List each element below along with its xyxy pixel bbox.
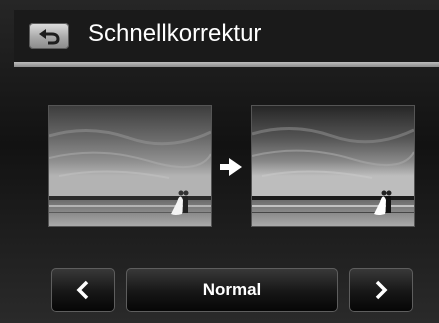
chevron-left-icon — [76, 280, 89, 300]
preview-corrected-image — [251, 105, 415, 227]
previous-option-button[interactable] — [51, 268, 115, 312]
header-divider — [14, 62, 439, 67]
camera-screen: Schnellkorrektur Normal — [0, 0, 439, 323]
correction-mode-label: Normal — [202, 280, 262, 299]
preview-original-image — [48, 105, 212, 227]
page-title: Schnellkorrektur — [88, 20, 262, 47]
return-arrow-icon — [39, 29, 60, 45]
right-arrow-icon — [220, 158, 242, 176]
chevron-right-icon — [375, 280, 388, 300]
correction-mode-button[interactable]: Normal — [126, 268, 338, 312]
next-option-button[interactable] — [349, 268, 413, 312]
back-button[interactable] — [29, 23, 69, 49]
